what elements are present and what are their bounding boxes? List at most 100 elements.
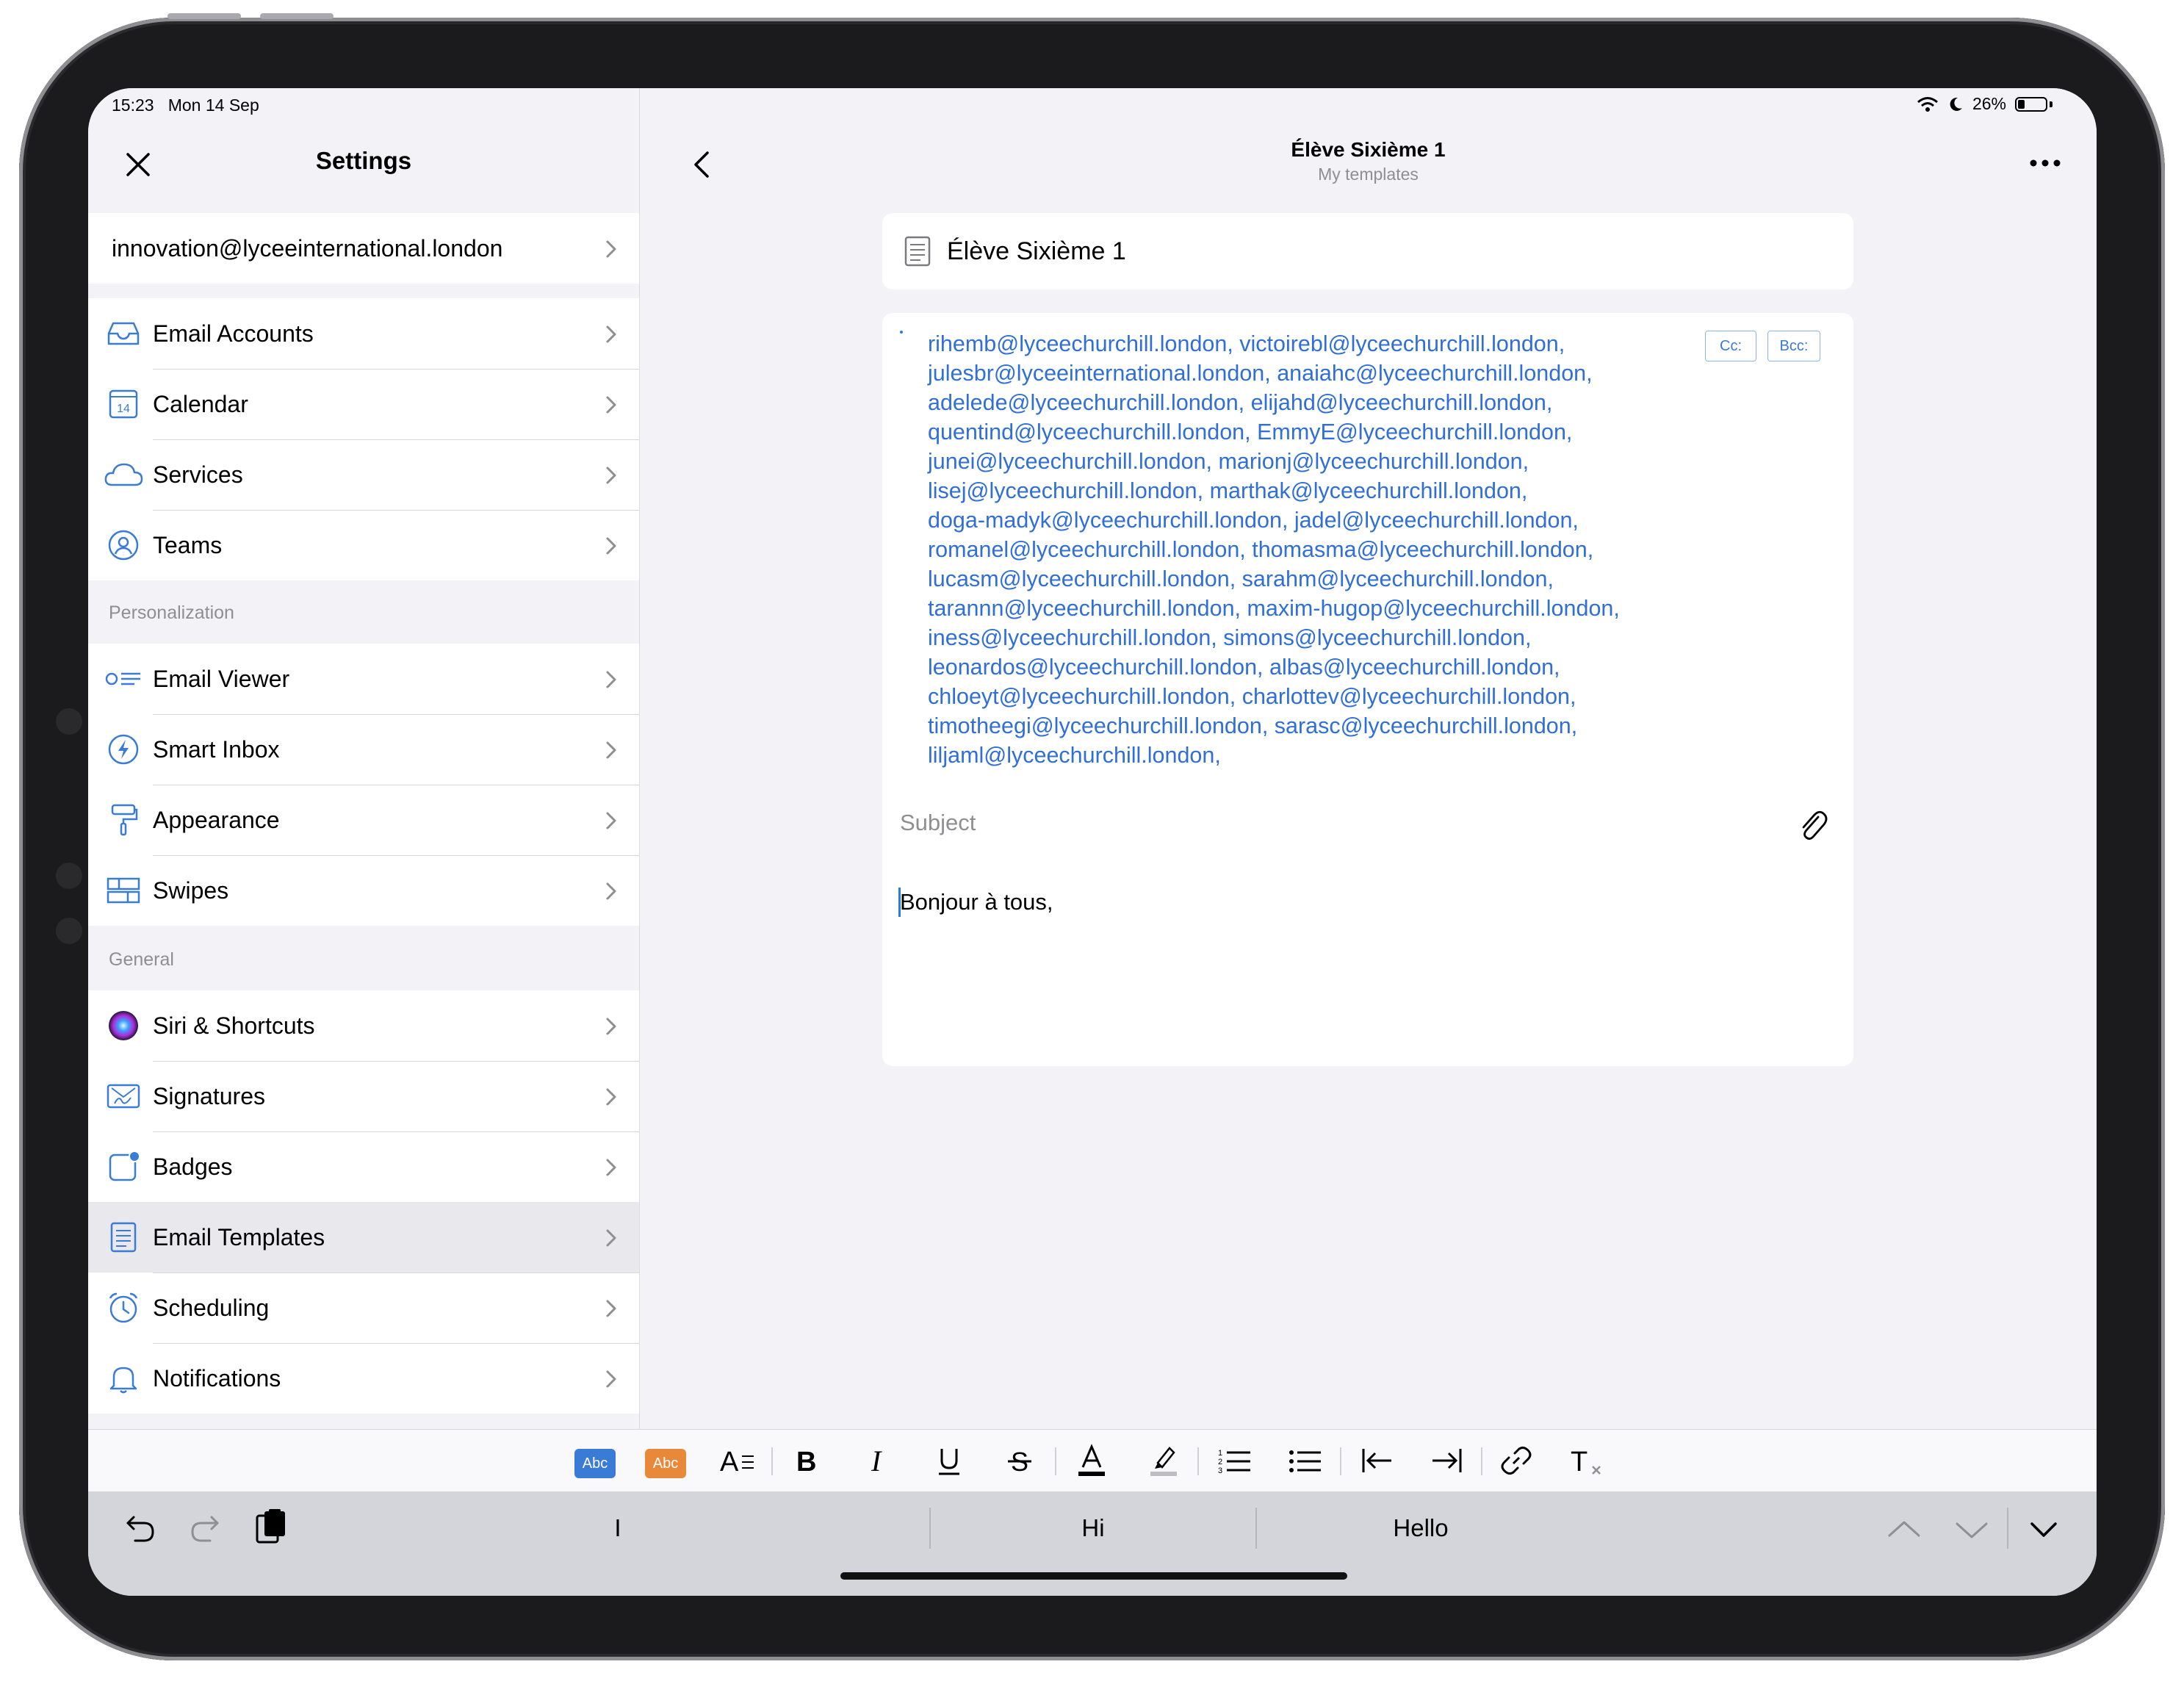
recipient-address[interactable]: lisej@lyceechurchill.london, — [928, 478, 1210, 503]
text-color-button[interactable] — [1074, 1440, 1109, 1481]
indent-button[interactable] — [1430, 1440, 1465, 1481]
recipient-address[interactable]: elijahd@lyceechurchill.london, — [1251, 390, 1553, 415]
clear-formatting-button[interactable]: T — [1569, 1440, 1604, 1481]
template-document-icon — [101, 1215, 145, 1259]
personalization-group: Email Viewer Smart Inbox Appearance Swip… — [88, 644, 639, 926]
clipboard-paste-icon — [256, 1509, 285, 1544]
recipient-address[interactable]: sarahm@lyceechurchill.london, — [1242, 566, 1554, 591]
recipient-address[interactable]: adelede@lyceechurchill.london, — [928, 390, 1251, 415]
previous-field-button[interactable] — [1886, 1509, 1922, 1550]
suggestion-2[interactable]: Hi — [931, 1491, 1255, 1565]
recipient-address[interactable]: timotheegi@lyceechurchill.london, — [928, 713, 1275, 738]
sidebar-item-signatures[interactable]: Signatures — [88, 1061, 639, 1132]
sidebar-item-calendar[interactable]: 14 Calendar — [88, 369, 639, 440]
sidebar-item-swipes[interactable]: Swipes — [88, 855, 639, 926]
insert-link-button[interactable] — [1499, 1440, 1534, 1481]
strikethrough-button[interactable]: S — [1005, 1440, 1034, 1481]
sidebar-item-email-viewer[interactable]: Email Viewer — [88, 644, 639, 715]
chevron-right-icon — [606, 396, 616, 414]
recipient-line: doga-madyk@lyceechurchill.london, jadel@… — [928, 505, 1677, 535]
recipient-address[interactable]: doga-madyk@lyceechurchill.london, — [928, 508, 1294, 533]
next-field-button[interactable] — [1954, 1509, 1989, 1550]
toolbar-separator — [1055, 1447, 1056, 1475]
recipient-address[interactable]: iness@lyceechurchill.london, — [928, 625, 1223, 650]
recipient-address[interactable]: quentind@lyceechurchill.london, — [928, 420, 1257, 444]
recipient-address[interactable]: thomasma@lyceechurchill.london, — [1252, 537, 1593, 562]
sidebar-item-label: Email Templates — [153, 1202, 639, 1273]
svg-text:2: 2 — [1218, 1458, 1222, 1466]
recipient-address[interactable]: maxim-hugop@lyceechurchill.london, — [1247, 596, 1620, 621]
text-style-orange-button[interactable]: Abc — [645, 1440, 686, 1481]
recipient-address[interactable]: sarasc@lyceechurchill.london, — [1275, 713, 1577, 738]
italic-button[interactable]: I — [864, 1440, 893, 1481]
redo-button[interactable] — [188, 1508, 222, 1549]
recipient-address[interactable]: jadel@lyceechurchill.london, — [1294, 508, 1579, 533]
sidebar-item-email-templates[interactable]: Email Templates — [88, 1202, 639, 1273]
font-size-button[interactable]: A — [720, 1440, 755, 1481]
volume-button — [167, 13, 241, 19]
sidebar-item-smart-inbox[interactable]: Smart Inbox — [88, 714, 639, 785]
sidebar-item-teams[interactable]: Teams — [88, 510, 639, 580]
sidebar-item-label: Calendar — [153, 369, 639, 440]
recipient-address[interactable]: simons@lyceechurchill.london, — [1223, 625, 1531, 650]
svg-text:3: 3 — [1218, 1466, 1222, 1475]
more-button[interactable] — [2023, 156, 2067, 170]
paperclip-icon — [1802, 810, 1828, 840]
recipient-address[interactable]: leonardos@lyceechurchill.london, — [928, 655, 1269, 680]
recipient-address[interactable]: liljaml@lyceechurchill.london, — [928, 743, 1221, 768]
attach-button[interactable] — [1796, 807, 1828, 843]
underline-button[interactable] — [934, 1440, 964, 1481]
sidebar-item-scheduling[interactable]: Scheduling — [88, 1273, 639, 1344]
recipient-address[interactable]: tarannn@lyceechurchill.london, — [928, 596, 1247, 621]
toolbar-separator — [771, 1447, 773, 1475]
recipient-address[interactable]: marthak@lyceechurchill.london, — [1210, 478, 1528, 503]
recipient-address[interactable]: charlottev@lyceechurchill.london, — [1242, 684, 1576, 709]
to-indicator — [900, 331, 903, 334]
status-indicators: 26% — [1917, 94, 2053, 114]
recipient-address[interactable]: EmmyE@lyceechurchill.london, — [1257, 420, 1572, 444]
suggestion-1[interactable]: I — [529, 1491, 707, 1565]
template-name-field[interactable]: Élève Sixième 1 — [882, 213, 1853, 289]
bold-button[interactable]: B — [792, 1440, 821, 1481]
numbered-list-button[interactable]: 123 — [1217, 1440, 1252, 1481]
message-body[interactable]: Bonjour à tous, — [900, 889, 1053, 915]
recipients-field[interactable]: rihemb@lyceechurchill.london, victoirebl… — [928, 329, 1677, 770]
bullet-list-button[interactable] — [1287, 1440, 1322, 1481]
undo-button[interactable] — [123, 1508, 157, 1549]
sidebar-item-appearance[interactable]: Appearance — [88, 785, 639, 856]
recipient-address[interactable]: albas@lyceechurchill.london, — [1269, 655, 1560, 680]
suggestion-3[interactable]: Hello — [1257, 1491, 1585, 1565]
recipient-address[interactable]: romanel@lyceechurchill.london, — [928, 537, 1252, 562]
volume-button — [260, 13, 334, 19]
sidebar-item-email-accounts[interactable]: Email Accounts — [88, 298, 639, 370]
bcc-button[interactable]: Bcc: — [1767, 331, 1820, 361]
sidebar-item-siri-shortcuts[interactable]: Siri & Shortcuts — [88, 990, 639, 1062]
account-row[interactable]: innovation@lyceeinternational.london — [88, 213, 639, 284]
recipient-address[interactable]: chloeyt@lyceechurchill.london, — [928, 684, 1242, 709]
recipient-address[interactable]: marionj@lyceechurchill.london, — [1219, 449, 1529, 474]
text-style-blue-button[interactable]: Abc — [574, 1440, 616, 1481]
sidebar-item-badges[interactable]: Badges — [88, 1131, 639, 1203]
sidebar-item-notifications[interactable]: Notifications — [88, 1343, 639, 1414]
badge-icon — [101, 1145, 145, 1189]
sidebar-item-services[interactable]: Services — [88, 439, 639, 511]
paste-button[interactable] — [254, 1506, 288, 1547]
recipient-address[interactable]: junei@lyceechurchill.london, — [928, 449, 1219, 474]
recipient-address[interactable]: rihemb@lyceechurchill.london, — [928, 331, 1239, 356]
recipient-line: quentind@lyceechurchill.london, EmmyE@ly… — [928, 417, 1677, 447]
outdent-button[interactable] — [1359, 1440, 1394, 1481]
subject-field[interactable]: Subject — [900, 810, 976, 836]
chevron-right-icon — [606, 240, 616, 258]
recipient-line: tarannn@lyceechurchill.london, maxim-hug… — [928, 594, 1677, 623]
recipient-address[interactable]: julesbr@lyceeinternational.london, — [928, 361, 1277, 386]
recipient-address[interactable]: lucasm@lyceechurchill.london, — [928, 566, 1242, 591]
chevron-right-icon — [606, 537, 616, 555]
swipes-grid-icon — [101, 868, 145, 913]
dismiss-keyboard-button[interactable] — [2028, 1509, 2060, 1550]
recipient-address[interactable]: anaiahc@lyceechurchill.london, — [1277, 361, 1592, 386]
cc-button[interactable]: Cc: — [1705, 331, 1756, 361]
recipient-address[interactable]: victoirebl@lyceechurchill.london, — [1239, 331, 1565, 356]
highlight-button[interactable] — [1146, 1440, 1181, 1481]
battery-fill — [2018, 99, 2025, 109]
inbox-tray-icon — [101, 312, 145, 356]
